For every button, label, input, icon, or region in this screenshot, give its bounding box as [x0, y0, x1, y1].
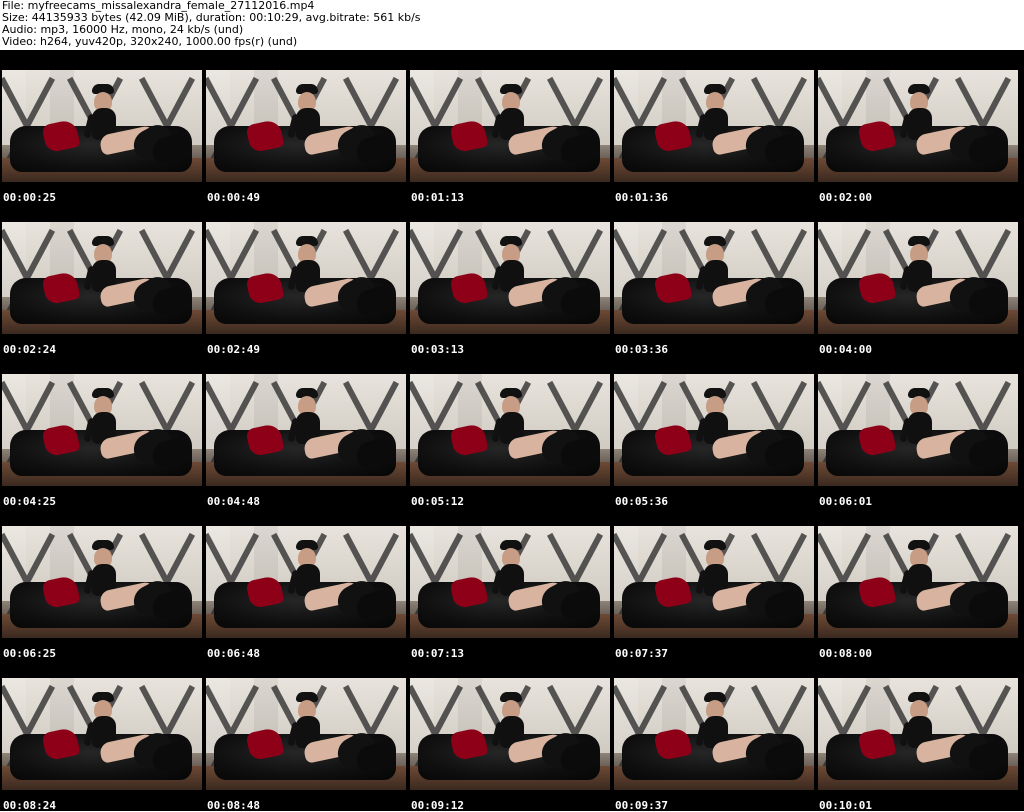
video-thumbnail: [2, 70, 202, 182]
thumbnail-frame[interactable]: 00:03:13: [408, 202, 610, 355]
thumbnail-frame[interactable]: 00:00:25: [0, 50, 202, 203]
thumbnail-timestamp: 00:08:24: [3, 799, 56, 812]
thumbnail-frame[interactable]: 00:08:00: [816, 506, 1018, 659]
video-thumbnail: [614, 678, 814, 790]
thumbnail-frame[interactable]: 00:02:00: [816, 50, 1018, 203]
video-info-header: File: myfreecams_missalexandra_female_27…: [2, 0, 1022, 50]
thumbnail-frame[interactable]: 00:06:48: [204, 506, 406, 659]
video-thumbnail: [206, 70, 406, 182]
thumbnail-timestamp: 00:09:37: [615, 799, 668, 812]
thumbnail-frame[interactable]: 00:03:36: [612, 202, 814, 355]
video-thumbnail: [818, 222, 1018, 334]
video-thumbnail: [2, 526, 202, 638]
thumbnail-frame[interactable]: 00:09:37: [612, 658, 814, 812]
video-thumbnail: [614, 70, 814, 182]
thumbnail-frame[interactable]: 00:07:13: [408, 506, 610, 659]
video-thumbnail: [2, 678, 202, 790]
video-thumbnail: [410, 678, 610, 790]
thumbnail-frame[interactable]: 00:02:24: [0, 202, 202, 355]
thumbnail-frame[interactable]: 00:02:49: [204, 202, 406, 355]
video-thumbnail: [410, 374, 610, 486]
thumbnail-frame[interactable]: 00:06:25: [0, 506, 202, 659]
video-thumbnail: [206, 678, 406, 790]
thumbnail-frame[interactable]: 00:01:36: [612, 50, 814, 203]
video-thumbnail: [614, 526, 814, 638]
thumbnail-timestamp: 00:08:48: [207, 799, 260, 812]
video-thumbnail: [818, 678, 1018, 790]
video-line: Video: h264, yuv420p, 320x240, 1000.00 f…: [2, 35, 298, 48]
video-thumbnail: [818, 70, 1018, 182]
thumbnail-frame[interactable]: 00:04:25: [0, 354, 202, 507]
video-thumbnail: [206, 222, 406, 334]
video-thumbnail: [410, 222, 610, 334]
thumbnail-timestamp: 00:10:01: [819, 799, 872, 812]
thumbnail-grid: 00:00:25 00:00:49 00:01:13 00:01:36 00:02:00…: [0, 50, 1024, 811]
video-thumbnail: [614, 374, 814, 486]
thumbnail-frame[interactable]: 00:07:37: [612, 506, 814, 659]
thumbnail-frame[interactable]: 00:10:01: [816, 658, 1018, 812]
video-thumbnail: [410, 526, 610, 638]
video-thumbnail: [2, 374, 202, 486]
thumbnail-frame[interactable]: 00:08:24: [0, 658, 202, 812]
video-thumbnail: [206, 374, 406, 486]
video-thumbnail: [818, 374, 1018, 486]
thumbnail-timestamp: 00:09:12: [411, 799, 464, 812]
thumbnail-frame[interactable]: 00:08:48: [204, 658, 406, 812]
thumbnail-frame[interactable]: 00:06:01: [816, 354, 1018, 507]
video-thumbnail: [614, 222, 814, 334]
thumbnail-frame[interactable]: 00:05:36: [612, 354, 814, 507]
video-thumbnail: [818, 526, 1018, 638]
video-thumbnail: [410, 70, 610, 182]
video-thumbnail: [2, 222, 202, 334]
thumbnail-frame[interactable]: 00:05:12: [408, 354, 610, 507]
thumbnail-frame[interactable]: 00:00:49: [204, 50, 406, 203]
video-thumbnail: [206, 526, 406, 638]
thumbnail-frame[interactable]: 00:01:13: [408, 50, 610, 203]
thumbnail-frame[interactable]: 00:04:48: [204, 354, 406, 507]
thumbnail-frame[interactable]: 00:04:00: [816, 202, 1018, 355]
thumbnail-frame[interactable]: 00:09:12: [408, 658, 610, 812]
